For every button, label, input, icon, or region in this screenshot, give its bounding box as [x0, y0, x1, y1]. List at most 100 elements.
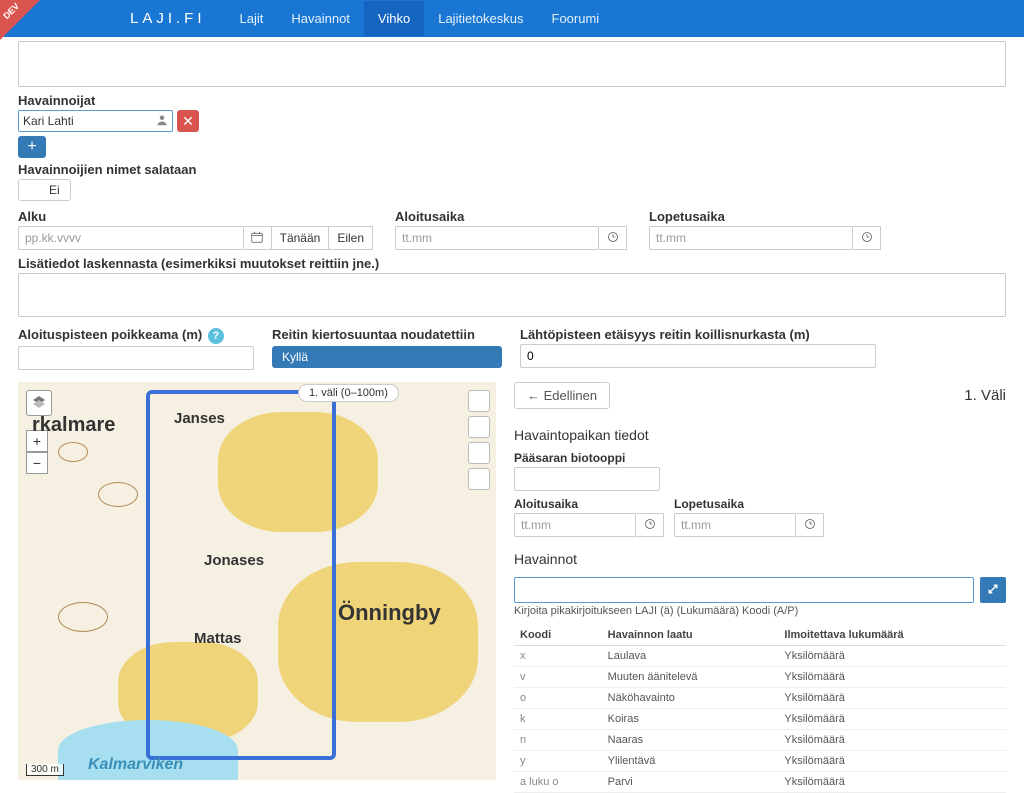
zoom-out-button[interactable]: − [26, 452, 48, 474]
today-button[interactable]: Tänään [272, 226, 330, 250]
lisatiedot-textarea[interactable] [18, 273, 1006, 317]
end-clock-button[interactable] [853, 226, 881, 250]
remove-observer-button[interactable]: ✕ [177, 110, 199, 132]
map-label-jonases: Jonases [204, 552, 264, 569]
biotooppi-input[interactable] [514, 467, 660, 491]
table-cell: Koiras [602, 709, 779, 730]
minus-icon: − [33, 455, 41, 471]
table-row: nNaarasYksilömäärä [514, 730, 1006, 751]
observation-quick-input[interactable] [514, 577, 974, 603]
add-observer-button[interactable]: + [18, 136, 46, 158]
end-time-input[interactable] [649, 226, 853, 250]
layers-icon [31, 394, 47, 413]
lopetusaika-label: Lopetusaika [649, 209, 881, 224]
right-aloitus-label: Aloitusaika [514, 497, 664, 511]
paasaran-label: Pääsaran biotooppi [514, 451, 1006, 465]
segment-start-input[interactable] [514, 513, 636, 537]
table-cell: Yksilömäärä [778, 667, 1006, 688]
lisatiedot-label: Lisätiedot laskennasta (esimerkiksi muut… [18, 256, 1006, 271]
start-clock-button[interactable] [599, 226, 627, 250]
clock-icon [607, 231, 619, 246]
reitin-label: Reitin kiertosuuntaa noudatettiin [272, 327, 502, 342]
table-cell: n [514, 730, 602, 751]
poikkeama-input[interactable] [18, 346, 254, 370]
dev-badge: DEV [0, 0, 40, 40]
table-cell: Yksilömäärä [778, 646, 1006, 667]
map-tool-3[interactable] [468, 442, 490, 464]
right-lopetus-label: Lopetusaika [674, 497, 824, 511]
hidden-names-toggle[interactable]: Ei [18, 179, 71, 201]
havaintopaikan-title: Havaintopaikan tiedot [514, 427, 1006, 443]
table-cell: Yksilömäärä [778, 751, 1006, 772]
lahto-input[interactable] [520, 344, 876, 368]
havainnot-title: Havainnot [514, 551, 1006, 567]
table-cell: Ylilentävä [602, 751, 779, 772]
expand-button[interactable] [980, 577, 1006, 603]
date-input[interactable] [18, 226, 244, 250]
close-icon: ✕ [182, 113, 194, 130]
table-row: a luku oParviYksilömäärä [514, 772, 1006, 793]
map-label-mattas: Mattas [194, 630, 242, 647]
nav-havainnot[interactable]: Havainnot [277, 1, 364, 36]
table-cell: a luku o [514, 772, 602, 793]
observer-name: Kari Lahti [23, 114, 74, 128]
table-cell: Näköhavainto [602, 688, 779, 709]
person-icon [156, 114, 168, 129]
segment-end-input[interactable] [674, 513, 796, 537]
hidden-names-label: Havainnoijien nimet salataan [18, 162, 1006, 177]
th-lukumaara: Ilmoitettava lukumäärä [778, 625, 1006, 646]
brand-logo[interactable]: LAJI.FI [130, 10, 206, 27]
reitin-toggle[interactable]: Kyllä [272, 346, 502, 368]
segment-title: 1. Väli [964, 387, 1006, 404]
table-row: kKoirasYksilömäärä [514, 709, 1006, 730]
nav-lajit[interactable]: Lajit [226, 1, 278, 36]
clock-icon [861, 231, 873, 246]
map-tool-4[interactable] [468, 468, 490, 490]
map-label-kalmarviken: Kalmarviken [88, 756, 183, 774]
previous-button[interactable]: ← Edellinen [514, 382, 610, 409]
poikkeama-label: Aloituspisteen poikkeama (m) ? [18, 327, 254, 344]
table-cell: Laulava [602, 646, 779, 667]
segment-start-clock[interactable] [636, 513, 664, 537]
th-koodi: Koodi [514, 625, 602, 646]
calendar-icon [251, 231, 263, 246]
calendar-button[interactable] [244, 226, 272, 250]
th-laatu: Havainnon laatu [602, 625, 779, 646]
nav-foorumi[interactable]: Foorumi [538, 1, 614, 36]
table-cell: Yksilömäärä [778, 730, 1006, 751]
clock-icon [804, 518, 816, 533]
toggle-ei: Ei [39, 180, 70, 200]
start-time-input[interactable] [395, 226, 599, 250]
table-cell: Muuten äänitelevä [602, 667, 779, 688]
top-textarea[interactable] [18, 41, 1006, 87]
help-icon[interactable]: ? [208, 328, 224, 344]
top-navbar: LAJI.FI Lajit Havainnot Vihko Lajitietok… [0, 0, 1024, 37]
plus-icon: + [27, 138, 36, 156]
yesterday-button[interactable]: Eilen [329, 226, 373, 250]
nav-vihko[interactable]: Vihko [364, 1, 424, 36]
table-row: xLaulavaYksilömäärä [514, 646, 1006, 667]
table-row: yYlilentäväYksilömäärä [514, 751, 1006, 772]
map-tool-2[interactable] [468, 416, 490, 438]
observer-tag[interactable]: Kari Lahti [18, 110, 173, 132]
map-label-janses: Janses [174, 410, 225, 427]
map-scale: 300 m [26, 764, 64, 776]
map-segment-pill[interactable]: 1. väli (0–100m) [298, 384, 399, 402]
table-cell: Yksilömäärä [778, 772, 1006, 793]
observers-label: Havainnoijat [18, 93, 1006, 108]
map-tool-1[interactable] [468, 390, 490, 412]
map-layers-button[interactable] [26, 390, 52, 416]
aloitusaika-label: Aloitusaika [395, 209, 627, 224]
table-cell: Parvi [602, 772, 779, 793]
table-row: oNäköhavaintoYksilömäärä [514, 688, 1006, 709]
lahto-label: Lähtöpisteen etäisyys reitin koillisnurk… [520, 327, 876, 342]
alku-label: Alku [18, 209, 373, 224]
nav-lajitietokeskus[interactable]: Lajitietokeskus [424, 1, 537, 36]
table-cell: Yksilömäärä [778, 688, 1006, 709]
segment-end-clock[interactable] [796, 513, 824, 537]
clock-icon [644, 518, 656, 533]
table-cell: k [514, 709, 602, 730]
map-label-onningby: Önningby [338, 600, 441, 626]
map[interactable]: 1. väli (0–100m) + − rkalmare Janses Jon… [18, 382, 496, 780]
table-cell: y [514, 751, 602, 772]
